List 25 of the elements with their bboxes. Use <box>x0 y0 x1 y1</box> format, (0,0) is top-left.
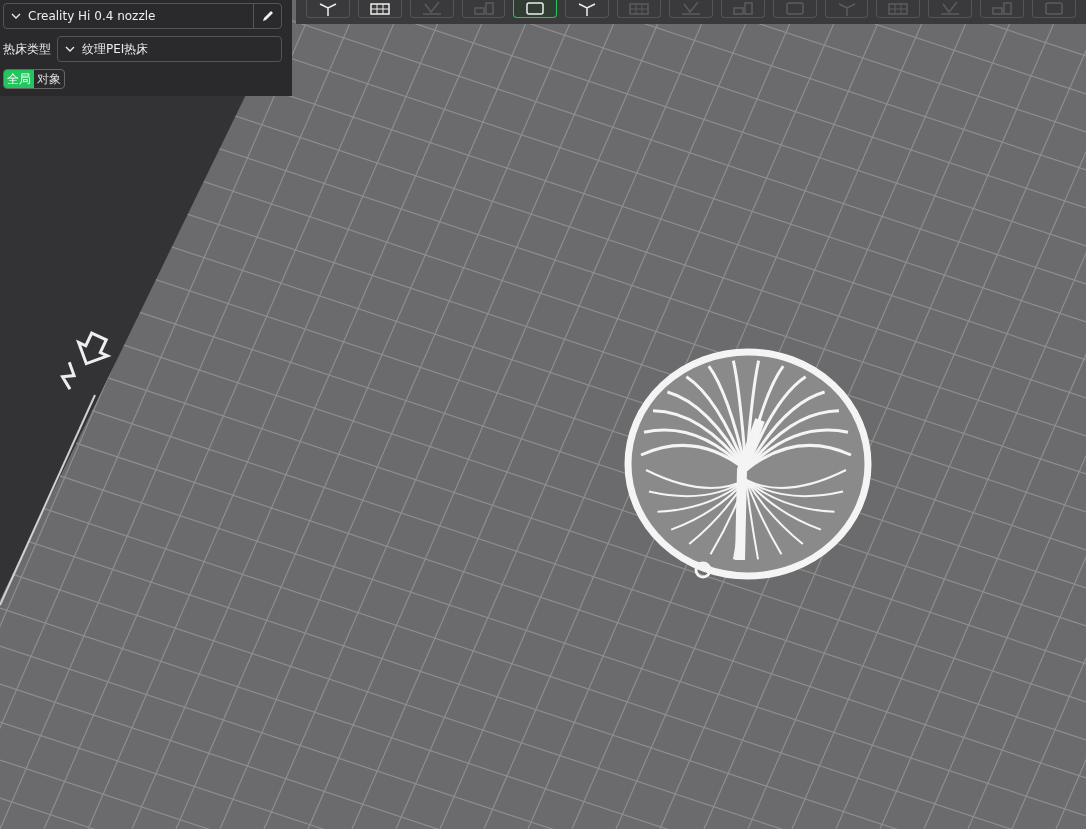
tool-icon <box>524 1 547 16</box>
tool-icon <box>1042 1 1065 16</box>
tool-icon <box>783 1 806 16</box>
printer-name: Creality Hi 0.4 nozzle <box>28 8 157 25</box>
paint-icon <box>939 1 962 16</box>
align-icon <box>472 1 495 16</box>
printer-dropdown[interactable]: Creality Hi 0.4 nozzle <box>3 3 282 29</box>
toolbar-button[interactable] <box>565 0 610 18</box>
toolbar-button[interactable] <box>357 0 402 18</box>
align-icon <box>991 1 1014 16</box>
bed-type-dropdown[interactable]: 纹理PEI热床 <box>57 36 282 62</box>
scope-tab[interactable]: 对象 <box>34 70 64 88</box>
bed-type-label: 热床类型 <box>3 41 51 58</box>
pencil-icon <box>260 9 275 23</box>
chevron-icon <box>65 46 75 52</box>
grid-icon <box>628 1 651 16</box>
align-icon <box>731 1 754 16</box>
paint-icon <box>420 1 443 16</box>
toolbar-button[interactable] <box>306 0 350 18</box>
grid-icon <box>887 1 910 16</box>
toolbar-button[interactable] <box>513 0 558 18</box>
grid-icon <box>368 1 391 16</box>
bed-type-value: 纹理PEI热床 <box>82 41 149 58</box>
paint-icon <box>679 1 702 16</box>
chevron-icon <box>11 13 21 19</box>
